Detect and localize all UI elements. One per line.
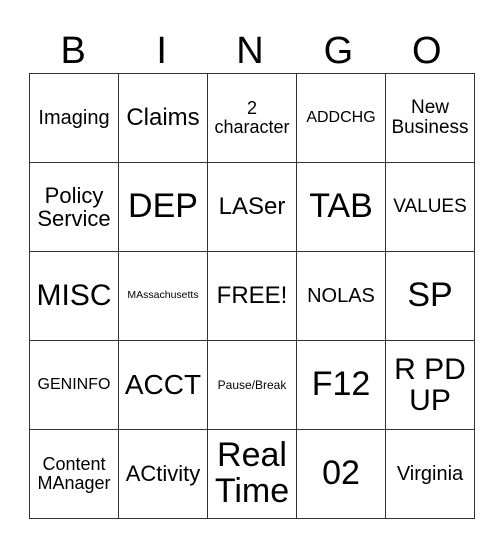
bingo-cell[interactable]: MISC bbox=[29, 251, 119, 341]
bingo-cell[interactable]: ACCT bbox=[118, 340, 208, 430]
header-letter-o: O bbox=[412, 30, 442, 72]
bingo-card: Imaging Claims 2 character ADDCHG New Bu… bbox=[29, 73, 475, 519]
bingo-cell[interactable]: ACtivity bbox=[118, 429, 208, 519]
bingo-cell[interactable]: 2 character bbox=[207, 73, 297, 163]
free-space-cell[interactable]: FREE! bbox=[207, 251, 297, 341]
header-letter-g: G bbox=[323, 30, 354, 72]
bingo-row: Policy Service DEP LASer TAB VALUES bbox=[29, 162, 475, 252]
bingo-cell[interactable]: Pause/Break bbox=[207, 340, 297, 430]
bingo-cell[interactable]: VALUES bbox=[385, 162, 475, 252]
bingo-cell[interactable]: MAssachusetts bbox=[118, 251, 208, 341]
bingo-cell[interactable]: Virginia bbox=[385, 429, 475, 519]
bingo-cell[interactable]: R PD UP bbox=[385, 340, 475, 430]
bingo-cell[interactable]: Real Time bbox=[207, 429, 297, 519]
bingo-cell[interactable]: Policy Service bbox=[29, 162, 119, 252]
bingo-row: Content MAnager ACtivity Real Time 02 Vi… bbox=[29, 429, 475, 519]
header-letter-b: B bbox=[60, 30, 86, 72]
bingo-row: Imaging Claims 2 character ADDCHG New Bu… bbox=[29, 73, 475, 163]
bingo-cell[interactable]: F12 bbox=[296, 340, 386, 430]
bingo-cell[interactable]: TAB bbox=[296, 162, 386, 252]
bingo-cell[interactable]: Content MAnager bbox=[29, 429, 119, 519]
bingo-row: GENINFO ACCT Pause/Break F12 R PD UP bbox=[29, 340, 475, 430]
bingo-cell[interactable]: ADDCHG bbox=[296, 73, 386, 163]
bingo-header: B I N G O bbox=[29, 28, 471, 74]
bingo-cell[interactable]: New Business bbox=[385, 73, 475, 163]
bingo-cell[interactable]: Imaging bbox=[29, 73, 119, 163]
bingo-cell[interactable]: GENINFO bbox=[29, 340, 119, 430]
bingo-cell[interactable]: SP bbox=[385, 251, 475, 341]
bingo-cell[interactable]: Claims bbox=[118, 73, 208, 163]
header-letter-i: I bbox=[156, 30, 167, 72]
bingo-cell[interactable]: LASer bbox=[207, 162, 297, 252]
bingo-row: MISC MAssachusetts FREE! NOLAS SP bbox=[29, 251, 475, 341]
bingo-cell[interactable]: DEP bbox=[118, 162, 208, 252]
bingo-cell[interactable]: NOLAS bbox=[296, 251, 386, 341]
bingo-cell[interactable]: 02 bbox=[296, 429, 386, 519]
header-letter-n: N bbox=[236, 30, 264, 72]
